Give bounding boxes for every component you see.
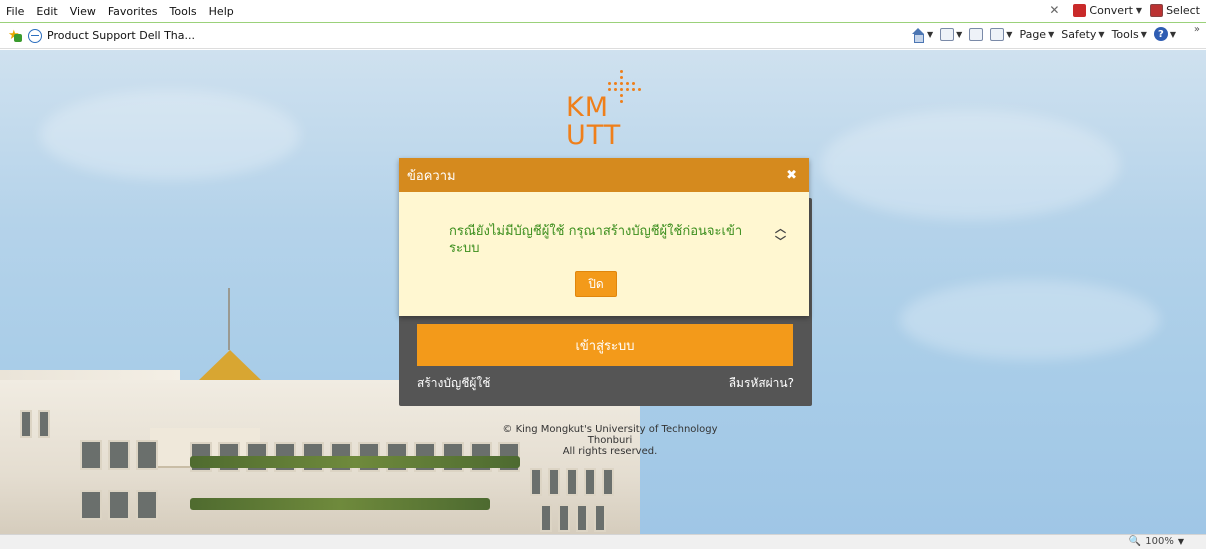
chevron-down-icon: ▼ [926,29,934,39]
building-greenery [190,498,490,510]
mail-icon [969,27,984,41]
page-content: KM UTT เข้าสู่ระบบ สร้างบัญชีผู้ใช้ ลืมร… [0,50,1206,534]
close-toolbar-icon[interactable]: ✕ [1049,3,1059,17]
zoom-level: 100% [1145,536,1174,547]
select-button[interactable]: Select [1150,3,1200,17]
convert-button[interactable]: Convert ▼ [1073,3,1143,17]
dialog-title: ข้อความ [407,168,456,184]
convert-label: Convert [1089,3,1133,17]
command-bar: ▼ ▼ ▼ Page ▼ Safety ▼ Tools ▼ ? ▼ [911,27,1176,43]
select-label: Select [1166,3,1200,17]
menu-edit[interactable]: Edit [36,5,57,18]
home-icon [911,27,925,43]
feeds-button[interactable]: ▼ [940,27,963,41]
building-windows [80,490,158,520]
safety-menu[interactable]: Safety ▼ [1061,28,1104,41]
background-cloud [40,90,300,180]
pdf-convert-icon [1073,3,1087,17]
logo-km: KM [566,92,610,123]
copyright-line-1: © King Mongkut's University of Technolog… [502,424,718,446]
logo-dots [608,70,644,106]
chevron-down-icon: ▼ [1169,29,1176,39]
home-button[interactable]: ▼ [911,27,934,43]
logo-utt: UTT [566,120,622,151]
chevron-down-icon: ▼ [1177,537,1184,546]
tools-menu-label: Tools [1111,27,1139,41]
building-spire [228,288,230,350]
chevron-down-icon: ▼ [956,29,963,39]
background-cloud [820,110,1120,220]
menu-file[interactable]: File [6,5,24,18]
menu-view[interactable]: View [70,5,96,18]
create-account-link[interactable]: สร้างบัญชีผู้ใช้ [417,374,490,393]
building-windows [540,504,606,532]
page-menu[interactable]: Page ▼ [1019,28,1054,41]
tools-menu[interactable]: Tools ▼ [1112,28,1147,41]
copyright-text: © King Mongkut's University of Technolog… [480,424,740,457]
select-icon [1150,3,1164,17]
double-chevron-right-icon[interactable]: » [1194,24,1200,35]
login-button[interactable]: เข้าสู่ระบบ [417,324,793,366]
favorites-star-icon[interactable]: ★ [8,28,22,43]
chevron-down-icon: ▼ [1006,29,1013,39]
background-cloud [900,280,1160,360]
feeds-icon [940,27,955,41]
close-icon[interactable]: ✖ [786,168,797,183]
chevron-down-icon: ▼ [1135,5,1143,15]
print-button[interactable]: ▼ [990,27,1013,41]
favorites-bar: ★ Product Support Dell Tha... ▼ ▼ ▼ Page… [0,23,1206,49]
help-icon: ? [1153,27,1168,41]
dialog-close-button[interactable]: ปิด [575,271,617,297]
status-bar: 🔍 100% ▼ [0,534,1206,549]
building-windows [20,410,50,438]
print-icon [990,27,1005,41]
chevron-down-icon[interactable]: ﹀ [775,233,786,249]
safety-menu-label: Safety [1061,27,1097,41]
message-dialog: ข้อความ ✖ กรณียังไม่มีบัญชีผู้ใช้ กรุณาส… [399,158,809,316]
dialog-body: กรณียังไม่มีบัญชีผู้ใช้ กรุณาสร้างบัญชีผ… [399,192,809,316]
menu-tools[interactable]: Tools [170,5,197,18]
dialog-message: กรณียังไม่มีบัญชีผู้ใช้ กรุณาสร้างบัญชีผ… [449,224,743,256]
menu-bar: File Edit View Favorites Tools Help ✕ Co… [0,0,1206,22]
globe-icon [28,28,42,43]
zoom-icon: 🔍 [1128,536,1142,547]
favorite-link-dell[interactable]: Product Support Dell Tha... [47,29,195,42]
chevron-down-icon: ▼ [1048,29,1055,39]
chevron-down-icon: ▼ [1140,29,1147,39]
building-windows [80,440,158,470]
dialog-header: ข้อความ ✖ [399,158,809,192]
kmutt-logo: KM UTT [560,68,650,156]
building-windows [530,468,614,496]
chevron-down-icon: ▼ [1098,29,1105,39]
help-button[interactable]: ? ▼ [1153,27,1176,41]
menu-favorites[interactable]: Favorites [108,5,158,18]
building-greenery [190,456,520,468]
forgot-password-link[interactable]: ลืมรหัสผ่าน? [729,374,794,393]
zoom-control[interactable]: 🔍 100% ▼ [1129,536,1184,547]
page-menu-label: Page [1019,27,1047,41]
copyright-line-2: All rights reserved. [562,446,658,457]
menu-help[interactable]: Help [209,5,234,18]
mail-button[interactable] [969,27,984,41]
